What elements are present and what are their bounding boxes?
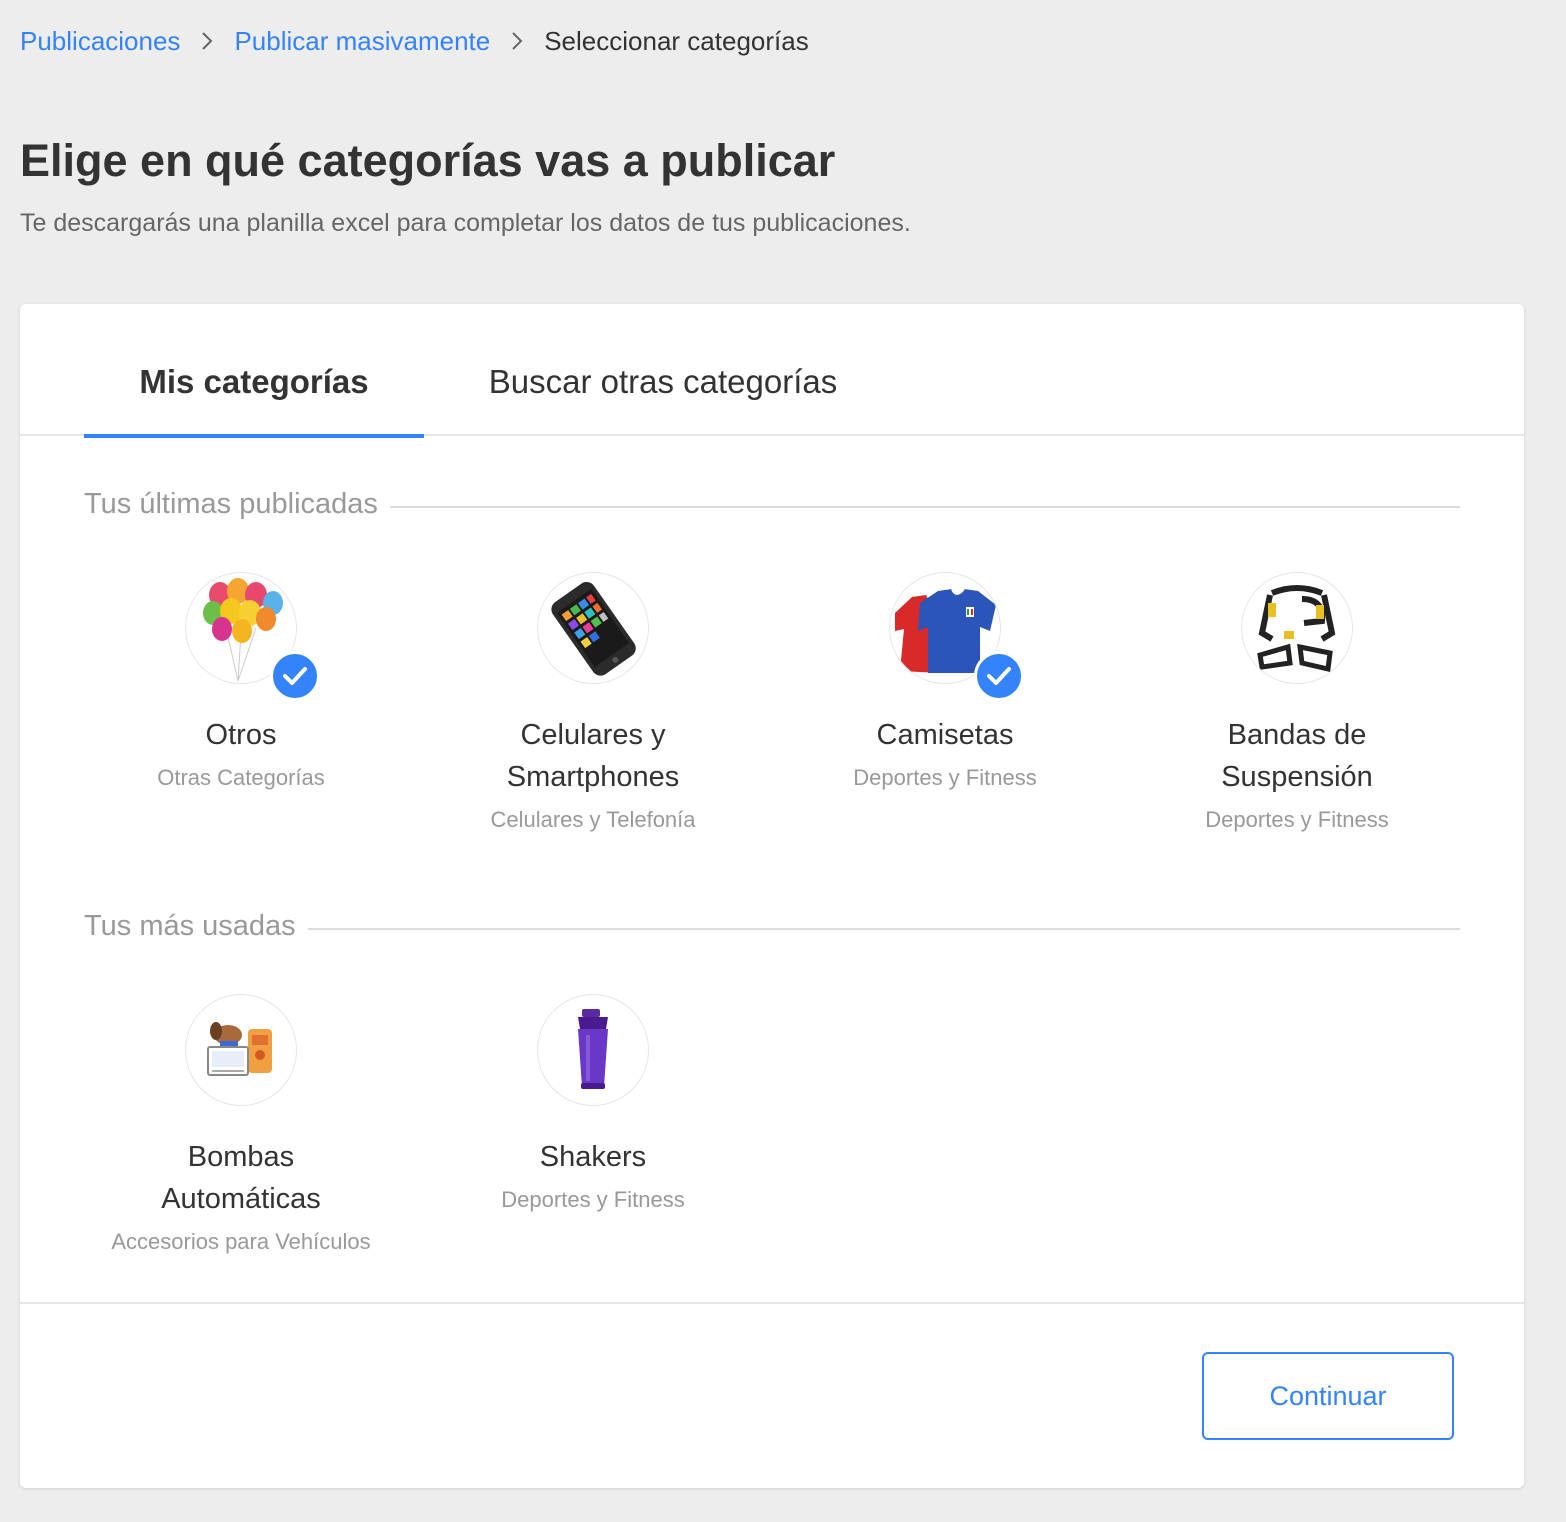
category-name: Shakers — [539, 1141, 647, 1173]
breadcrumb-current: Seleccionar categorías — [544, 26, 809, 56]
section-divider — [307, 928, 1460, 930]
breadcrumb-publicaciones[interactable]: Publicaciones — [20, 24, 180, 58]
category-camisetas[interactable]: Camisetas Deportes y Fitness — [769, 572, 1121, 792]
tab-bar: Mis categorías Buscar otras categorías — [20, 304, 1524, 438]
balloons-icon — [185, 572, 320, 701]
page-title: Elige en qué categorías vas a publicar — [20, 135, 836, 186]
selected-check-icon — [974, 651, 1024, 701]
shaker-bottle-icon — [537, 994, 649, 1106]
category-name: Bandas de Suspensión — [1221, 719, 1373, 793]
section-header-mas-usadas: Tus más usadas — [84, 906, 1460, 946]
category-bombas-automaticas[interactable]: Bombas Automáticas Accesorios para Vehíc… — [65, 994, 417, 1256]
category-name: Camisetas — [876, 719, 1014, 751]
category-shakers[interactable]: Shakers Deportes y Fitness — [417, 994, 769, 1214]
category-otros[interactable]: Otros Otras Categorías — [65, 572, 417, 792]
category-parent: Deportes y Fitness — [1205, 807, 1389, 832]
tab-mis-categorias[interactable]: Mis categorías — [84, 360, 424, 438]
page-subtitle: Te descargarás una planilla excel para c… — [20, 209, 911, 237]
category-parent: Deportes y Fitness — [501, 1187, 685, 1212]
continue-button[interactable]: Continuar — [1202, 1352, 1454, 1440]
category-parent: Otras Categorías — [157, 765, 325, 790]
breadcrumb: Publicaciones Publicar masivamente Selec… — [20, 24, 809, 58]
tab-buscar-otras-categorias[interactable]: Buscar otras categorías — [478, 360, 848, 436]
pet-accessories-icon — [185, 994, 297, 1106]
section-label: Tus últimas publicadas — [84, 487, 378, 520]
tab-label: Buscar otras categorías — [488, 363, 838, 400]
section-label: Tus más usadas — [84, 909, 296, 942]
category-bandas-de-suspension[interactable]: Bandas de Suspensión Deportes y Fitness — [1121, 572, 1473, 834]
jersey-icon — [889, 572, 1024, 701]
category-name: Bombas Automáticas — [161, 1141, 321, 1215]
category-parent: Deportes y Fitness — [853, 765, 1037, 790]
category-name: Otros — [205, 719, 277, 751]
category-celulares-y-smartphones[interactable]: Celulares y Smartphones Celulares y Tele… — [417, 572, 769, 834]
category-name: Celulares y Smartphones — [506, 719, 680, 793]
category-parent: Accesorios para Vehículos — [111, 1229, 371, 1254]
category-selector-card: Mis categorías Buscar otras categorías T… — [20, 304, 1524, 1488]
breadcrumb-publicar-masivamente[interactable]: Publicar masivamente — [234, 24, 490, 58]
section-divider — [389, 506, 1460, 508]
smartphone-icon — [537, 572, 649, 684]
selected-check-icon — [270, 651, 320, 701]
active-tab-indicator — [84, 434, 424, 438]
category-parent: Celulares y Telefonía — [490, 807, 696, 832]
section-header-ultimas-publicadas: Tus últimas publicadas — [84, 484, 1460, 524]
chevron-right-icon — [510, 31, 524, 51]
tab-label: Mis categorías — [139, 363, 369, 400]
suspension-straps-icon — [1241, 572, 1353, 684]
footer-divider — [20, 1302, 1524, 1304]
chevron-right-icon — [200, 31, 214, 51]
